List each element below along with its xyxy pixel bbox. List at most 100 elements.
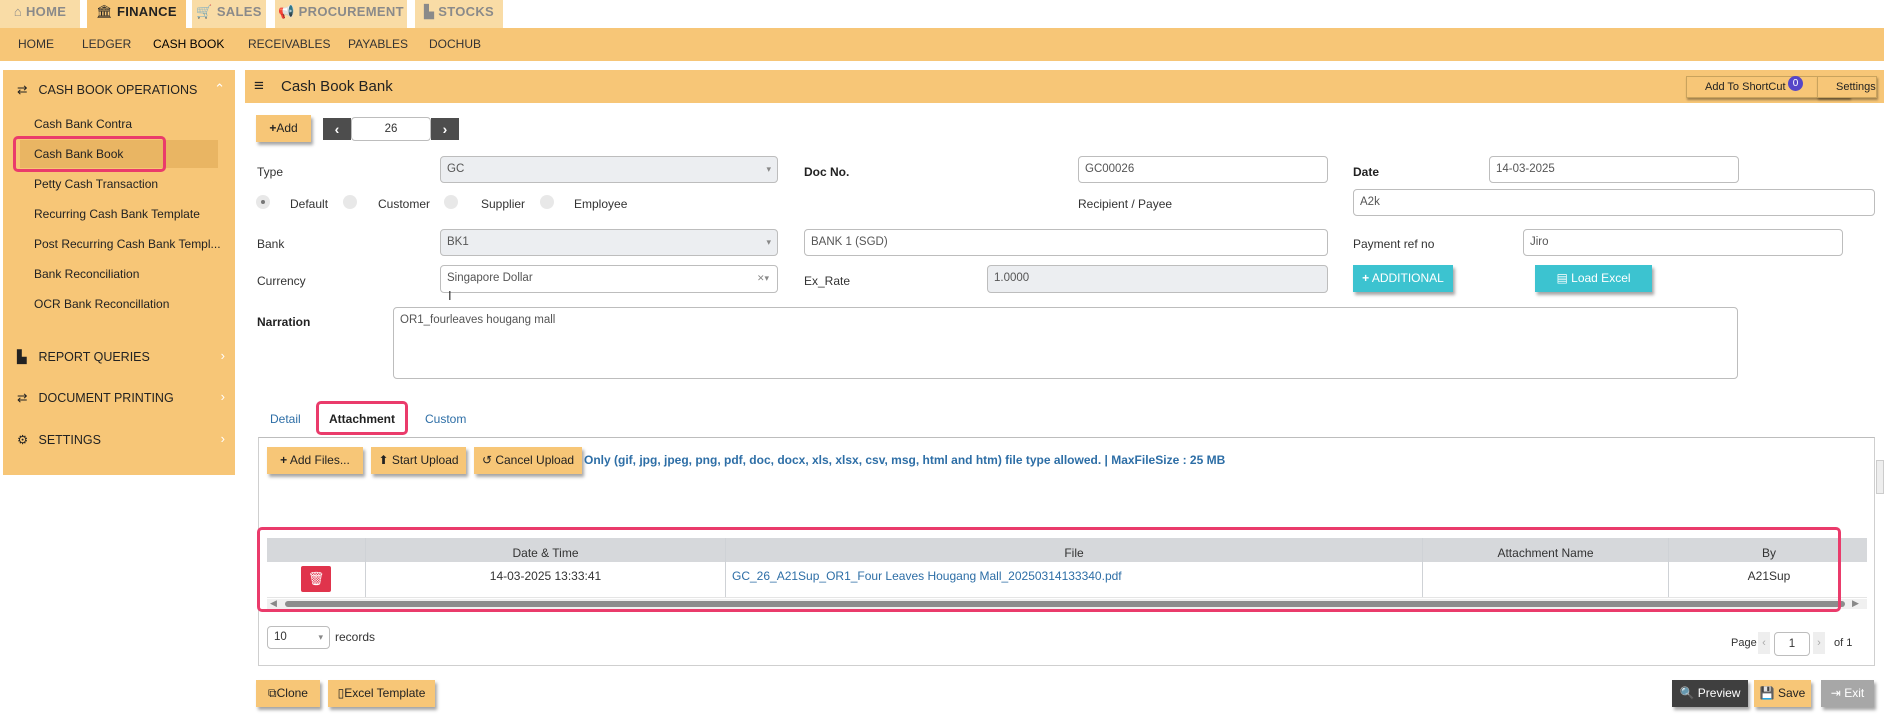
- tab-home[interactable]: ⌂ HOME: [0, 0, 80, 28]
- subnav-home[interactable]: HOME: [18, 37, 54, 51]
- docno-label: Doc No.: [804, 165, 850, 179]
- tab-detail[interactable]: Detail: [270, 412, 301, 426]
- save-button[interactable]: 💾 Save: [1754, 680, 1811, 707]
- sidebar-item-post-recurring[interactable]: Post Recurring Cash Bank Templ...: [34, 237, 221, 251]
- subnav-cash-book[interactable]: CASH BOOK: [153, 37, 224, 51]
- currency-select[interactable]: Singapore Dollar ✕▾: [440, 265, 778, 293]
- narration-label: Narration: [257, 315, 311, 329]
- next-record-button[interactable]: ›: [431, 118, 459, 140]
- radio-employee-label: Employee: [574, 197, 628, 211]
- exit-button[interactable]: ⇥ Exit: [1821, 680, 1874, 707]
- record-number-input[interactable]: 26: [351, 117, 431, 141]
- vertical-scroll-handle[interactable]: [1876, 460, 1884, 494]
- radio-supplier-label: Supplier: [481, 197, 526, 211]
- exit-icon: ⇥: [1830, 686, 1841, 700]
- menu-icon[interactable]: ≡: [254, 76, 264, 96]
- start-upload-button[interactable]: ⬆ Start Upload: [371, 447, 466, 474]
- sidebar-section-settings[interactable]: ⚙ SETTINGS: [17, 432, 101, 447]
- top-tab-bar: ⌂ HOME 🏛 FINANCE 🛒 SALES 📢 PROCUREMENT ▙ STOC…: [0, 0, 1884, 28]
- upload-icon: ⬆: [378, 453, 389, 467]
- home-icon: ⌂: [13, 4, 22, 19]
- tab-procurement[interactable]: 📢 PROCUREMENT: [275, 0, 407, 28]
- page-size-select[interactable]: 10 ▾: [267, 626, 330, 649]
- radio-supplier[interactable]: [444, 195, 458, 209]
- chevron-right-icon: ›: [442, 121, 448, 137]
- bank-select[interactable]: BK1 ▾: [440, 229, 778, 256]
- subnav-payables[interactable]: PAYABLES: [348, 37, 408, 51]
- recipient-label: Recipient / Payee: [1078, 197, 1173, 211]
- exrate-label: Ex_Rate: [804, 274, 851, 288]
- clear-caret-icon: ✕▾: [756, 273, 769, 283]
- bank-label: Bank: [257, 237, 285, 251]
- sidebar: ⇄ CASH BOOK OPERATIONS ⌃ Cash Bank Contr…: [3, 70, 235, 475]
- records-label: records: [335, 630, 376, 644]
- next-page-button[interactable]: ›: [1813, 632, 1825, 654]
- sidebar-section-document-printing[interactable]: ⇄ DOCUMENT PRINTING: [17, 390, 174, 405]
- cancel-upload-button[interactable]: ↺ Cancel Upload: [474, 447, 582, 474]
- megaphone-icon: 📢: [278, 4, 295, 19]
- type-select[interactable]: GC ▾: [440, 156, 778, 183]
- shortcut-count-badge: 0: [1788, 76, 1803, 91]
- bar-chart-icon: ▙: [17, 350, 27, 364]
- sidebar-section-cash-book-operations[interactable]: ⇄ CASH BOOK OPERATIONS: [17, 82, 197, 97]
- type-label: Type: [257, 165, 284, 179]
- sidebar-item-recurring-template[interactable]: Recurring Cash Bank Template: [34, 207, 200, 221]
- tab-sales[interactable]: 🛒 SALES: [192, 0, 266, 28]
- radio-customer[interactable]: [343, 195, 357, 209]
- date-input[interactable]: 14-03-2025: [1489, 156, 1739, 183]
- load-excel-button[interactable]: ▤ Load Excel: [1535, 265, 1652, 292]
- sidebar-item-bank-reconciliation[interactable]: Bank Reconciliation: [34, 267, 139, 281]
- tab-stocks[interactable]: ▙ STOCKS: [415, 0, 503, 28]
- subnav-dochub[interactable]: DOCHUB: [429, 37, 481, 51]
- prev-page-button[interactable]: ‹: [1758, 632, 1770, 654]
- sidebar-item-cash-bank-book[interactable]: Cash Bank Book: [34, 147, 123, 161]
- of-pages-label: of 1: [1834, 637, 1853, 649]
- subnav-receivables[interactable]: RECEIVABLES: [248, 37, 330, 51]
- exrate-input[interactable]: 1.0000: [987, 265, 1328, 293]
- caret-down-icon: ▾: [766, 237, 771, 247]
- search-icon: 🔍: [1679, 686, 1695, 700]
- tab-finance[interactable]: 🏛 FINANCE: [87, 0, 186, 28]
- add-files-button[interactable]: + Add Files...: [267, 447, 363, 474]
- cogs-icon: ⚙: [17, 433, 29, 447]
- sidebar-item-ocr-bank-reconcillation[interactable]: OCR Bank Reconcillation: [34, 297, 169, 311]
- sub-nav: HOME LEDGER CASH BOOK RECEIVABLES PAYABL…: [0, 28, 1884, 61]
- sidebar-section-report-queries[interactable]: ▙ REPORT QUERIES: [17, 349, 150, 364]
- bar-chart-icon: ▙: [423, 4, 435, 19]
- chevron-right-icon: ›: [220, 431, 225, 446]
- docno-input[interactable]: GC00026: [1078, 156, 1328, 183]
- payment-ref-input[interactable]: Jiro: [1523, 229, 1843, 256]
- date-label: Date: [1353, 165, 1380, 179]
- page-label: Page: [1731, 637, 1757, 649]
- preview-button[interactable]: 🔍 Preview: [1672, 680, 1748, 707]
- highlight-box: [257, 527, 1841, 612]
- bank-name-input[interactable]: BANK 1 (SGD): [804, 229, 1328, 256]
- file-type-info: Only (gif, jpg, jpeg, png, pdf, doc, doc…: [584, 453, 1226, 467]
- caret-down-icon: ▾: [318, 632, 323, 642]
- exchange-icon: ⇄: [17, 391, 28, 405]
- caret-down-icon: ▾: [766, 164, 771, 174]
- main-header: ≡ Cash Book Bank Add To ShortCut 0 Setti…: [245, 70, 1884, 103]
- radio-employee[interactable]: [540, 195, 554, 209]
- plus-icon: +: [280, 453, 288, 467]
- radio-default[interactable]: [256, 195, 270, 209]
- settings-button[interactable]: Settings: [1817, 76, 1877, 98]
- plus-icon: +: [1362, 271, 1370, 285]
- clone-button[interactable]: ⧉Clone: [256, 680, 320, 707]
- tab-custom[interactable]: Custom: [425, 412, 466, 426]
- sidebar-item-petty-cash[interactable]: Petty Cash Transaction: [34, 177, 158, 191]
- highlight-box: [316, 401, 408, 435]
- prev-record-button[interactable]: ‹: [323, 118, 351, 140]
- page-number-input[interactable]: 1: [1774, 632, 1810, 656]
- subnav-ledger[interactable]: LEDGER: [82, 37, 131, 51]
- excel-template-button[interactable]: ▯Excel Template: [328, 680, 435, 707]
- page-title: Cash Book Bank: [281, 78, 393, 95]
- recipient-input[interactable]: A2k: [1353, 189, 1875, 216]
- narration-textarea[interactable]: OR1_fourleaves hougang mall: [393, 307, 1738, 379]
- additional-button[interactable]: + ADDITIONAL: [1353, 265, 1453, 292]
- sidebar-item-cash-bank-contra[interactable]: Cash Bank Contra: [34, 117, 132, 131]
- add-button[interactable]: +Add: [256, 115, 311, 142]
- exchange-icon: ⇄: [17, 83, 28, 97]
- scroll-right-icon[interactable]: ▶: [1852, 598, 1859, 609]
- radio-default-label: Default: [290, 197, 329, 211]
